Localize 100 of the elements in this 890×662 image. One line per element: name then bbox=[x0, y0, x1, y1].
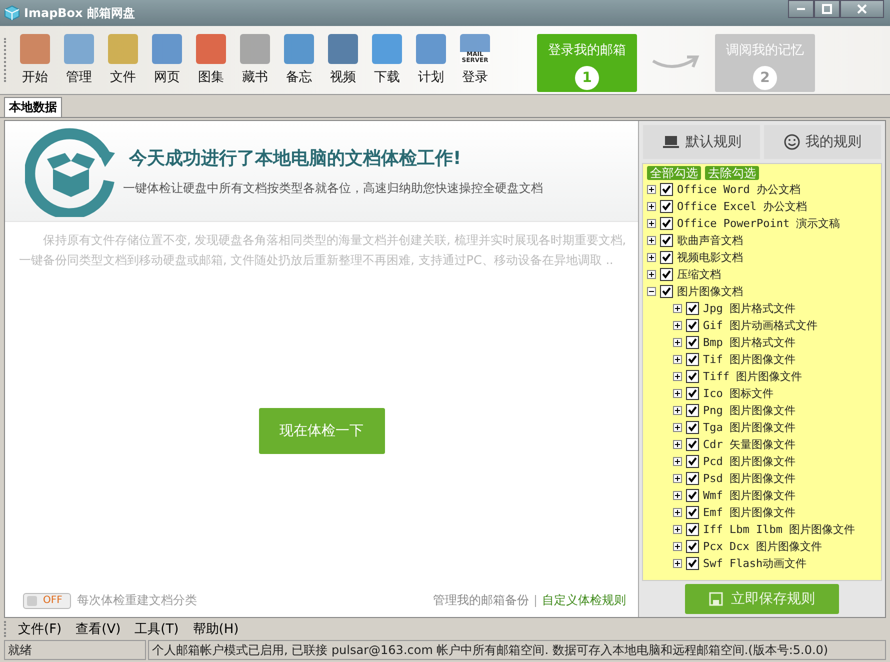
checkbox[interactable] bbox=[686, 540, 699, 553]
rule-tab[interactable]: 我的规则 bbox=[764, 125, 881, 159]
checkbox[interactable] bbox=[686, 404, 699, 417]
expander-icon[interactable] bbox=[673, 423, 682, 432]
expander-icon[interactable] bbox=[673, 304, 682, 313]
toolbar-button[interactable]: 视频 bbox=[321, 34, 365, 86]
checkbox[interactable] bbox=[686, 319, 699, 332]
rule-label: Tiff 图片图像文件 bbox=[703, 369, 802, 384]
expander-icon[interactable] bbox=[673, 542, 682, 551]
rule-label: 歌曲声音文档 bbox=[677, 233, 743, 248]
checkbox[interactable] bbox=[686, 506, 699, 519]
toolbar-button[interactable]: 管理 bbox=[57, 34, 101, 86]
banner-subtitle: 一键体检让硬盘中所有文档按类型各就各位，高速归纳助您快速操控全硬盘文档 bbox=[123, 180, 543, 196]
close-icon bbox=[857, 4, 867, 14]
banner-title: 今天成功进行了本地电脑的文档体检工作! bbox=[129, 146, 462, 170]
expander-icon[interactable] bbox=[673, 406, 682, 415]
expander-icon[interactable] bbox=[673, 559, 682, 568]
toolbar-button[interactable]: 计划 bbox=[409, 34, 453, 86]
checkbox[interactable] bbox=[686, 455, 699, 468]
expander-icon[interactable] bbox=[673, 338, 682, 347]
rule-label: Office PowerPoint 演示文稿 bbox=[677, 216, 840, 231]
expander-icon[interactable] bbox=[647, 287, 656, 296]
menu-item[interactable]: 文件(F) bbox=[14, 620, 66, 638]
rule-label: Ico 图标文件 bbox=[703, 386, 774, 401]
maximize-icon bbox=[822, 4, 832, 14]
backup-link[interactable]: 管理我的邮箱备份 bbox=[433, 592, 529, 609]
rule-label: Bmp 图片格式文件 bbox=[703, 335, 796, 350]
step-number: 2 bbox=[753, 66, 777, 90]
toolbar-button[interactable]: 图集 bbox=[189, 34, 233, 86]
expander-icon[interactable] bbox=[673, 508, 682, 517]
description-text: 保持原有文件存储位置不变, 发现硬盘各角落相同类型的海量文档并创建关联, 梳理并实时展现各时期重要文档, 一键备份同类型文档到移动硬盘或邮箱, 文件随处扔放后重新整理不再困难, 支持通过PC、移动设备在异地调取 .. bbox=[19, 232, 628, 269]
rule-tab[interactable]: 默认规则 bbox=[643, 125, 760, 159]
expander-icon[interactable] bbox=[673, 389, 682, 398]
expander-icon[interactable] bbox=[673, 457, 682, 466]
tab[interactable]: 本地数据 bbox=[4, 97, 62, 117]
menu-item[interactable]: 工具(T) bbox=[130, 620, 183, 638]
rule-label: Tif 图片图像文件 bbox=[703, 352, 796, 367]
checkbox[interactable] bbox=[660, 234, 673, 247]
expander-icon[interactable] bbox=[647, 185, 656, 194]
expander-icon[interactable] bbox=[673, 474, 682, 483]
rule-label: Jpg 图片格式文件 bbox=[703, 301, 796, 316]
expander-icon[interactable] bbox=[647, 236, 656, 245]
checkbox[interactable] bbox=[686, 387, 699, 400]
step-number: 1 bbox=[575, 66, 599, 90]
close-button[interactable] bbox=[840, 0, 884, 18]
checkbox[interactable] bbox=[686, 421, 699, 434]
rule-label: 压缩文档 bbox=[677, 267, 721, 282]
expander-icon[interactable] bbox=[647, 219, 656, 228]
checkbox[interactable] bbox=[686, 557, 699, 570]
expander-icon[interactable] bbox=[647, 202, 656, 211]
expander-icon[interactable] bbox=[673, 491, 682, 500]
checkbox[interactable] bbox=[660, 200, 673, 213]
expander-icon[interactable] bbox=[647, 270, 656, 279]
box-cycle-icon bbox=[25, 125, 117, 217]
checkbox[interactable] bbox=[686, 489, 699, 502]
rule-label: Tga 图片图像文件 bbox=[703, 420, 796, 435]
rule-label: Iff Lbm Ilbm 图片图像文件 bbox=[703, 522, 856, 537]
checkbox[interactable] bbox=[660, 183, 673, 196]
checkbox[interactable] bbox=[686, 336, 699, 349]
expander-icon[interactable] bbox=[673, 525, 682, 534]
toolbar-button[interactable]: 网页 bbox=[145, 34, 189, 86]
checkbox[interactable] bbox=[660, 268, 673, 281]
expander-icon[interactable] bbox=[673, 321, 682, 330]
toolbar-button[interactable]: 下载 bbox=[365, 34, 409, 86]
rule-label: Wmf 图片图像文件 bbox=[703, 488, 796, 503]
custom-rules-link[interactable]: 自定义体检规则 bbox=[542, 592, 626, 609]
toolbar-button[interactable]: 开始 bbox=[13, 34, 57, 86]
rule-label: 图片图像文档 bbox=[677, 284, 743, 299]
minimize-icon bbox=[797, 8, 805, 10]
window-title: ImapBox 邮箱网盘 bbox=[24, 4, 135, 22]
toolbar-button[interactable]: 文件 bbox=[101, 34, 145, 86]
checkbox[interactable] bbox=[686, 438, 699, 451]
status-text: 就绪 bbox=[4, 640, 146, 660]
toolbar-button[interactable]: 藏书 bbox=[233, 34, 277, 86]
expander-icon[interactable] bbox=[673, 372, 682, 381]
expander-icon[interactable] bbox=[673, 355, 682, 364]
rule-label: Cdr 矢量图像文件 bbox=[703, 437, 796, 452]
checkbox[interactable] bbox=[660, 251, 673, 264]
rule-label: Office Word 办公文档 bbox=[677, 182, 800, 197]
menu-item[interactable]: 查看(V) bbox=[72, 620, 125, 638]
minimize-button[interactable] bbox=[788, 0, 814, 18]
cube-icon bbox=[4, 5, 20, 21]
checkbox[interactable] bbox=[686, 353, 699, 366]
maximize-button[interactable] bbox=[814, 0, 840, 18]
rule-label: Emf 图片图像文件 bbox=[703, 505, 796, 520]
expander-icon[interactable] bbox=[673, 440, 682, 449]
checkbox[interactable] bbox=[660, 285, 673, 298]
expander-icon[interactable] bbox=[647, 253, 656, 262]
checkbox[interactable] bbox=[660, 217, 673, 230]
checkbox[interactable] bbox=[686, 302, 699, 315]
rule-label: Pcd 图片图像文件 bbox=[703, 454, 796, 469]
toolbar-button[interactable]: 备忘 bbox=[277, 34, 321, 86]
rule-label: Office Excel 办公文档 bbox=[677, 199, 808, 214]
checkbox[interactable] bbox=[686, 370, 699, 383]
menu-item[interactable]: 帮助(H) bbox=[188, 620, 243, 638]
toggle-label: 每次体检重建文档分类 bbox=[77, 592, 197, 609]
checkbox[interactable] bbox=[686, 523, 699, 536]
laptop-icon bbox=[662, 135, 680, 149]
checkbox[interactable] bbox=[686, 472, 699, 485]
status-text: 个人邮箱帐户模式已启用, 已联接 pulsar@163.com 帐户中所有邮箱空间. 数据可存入本地电脑和远程邮箱空间.(版本号:5.0.0) bbox=[148, 640, 886, 660]
